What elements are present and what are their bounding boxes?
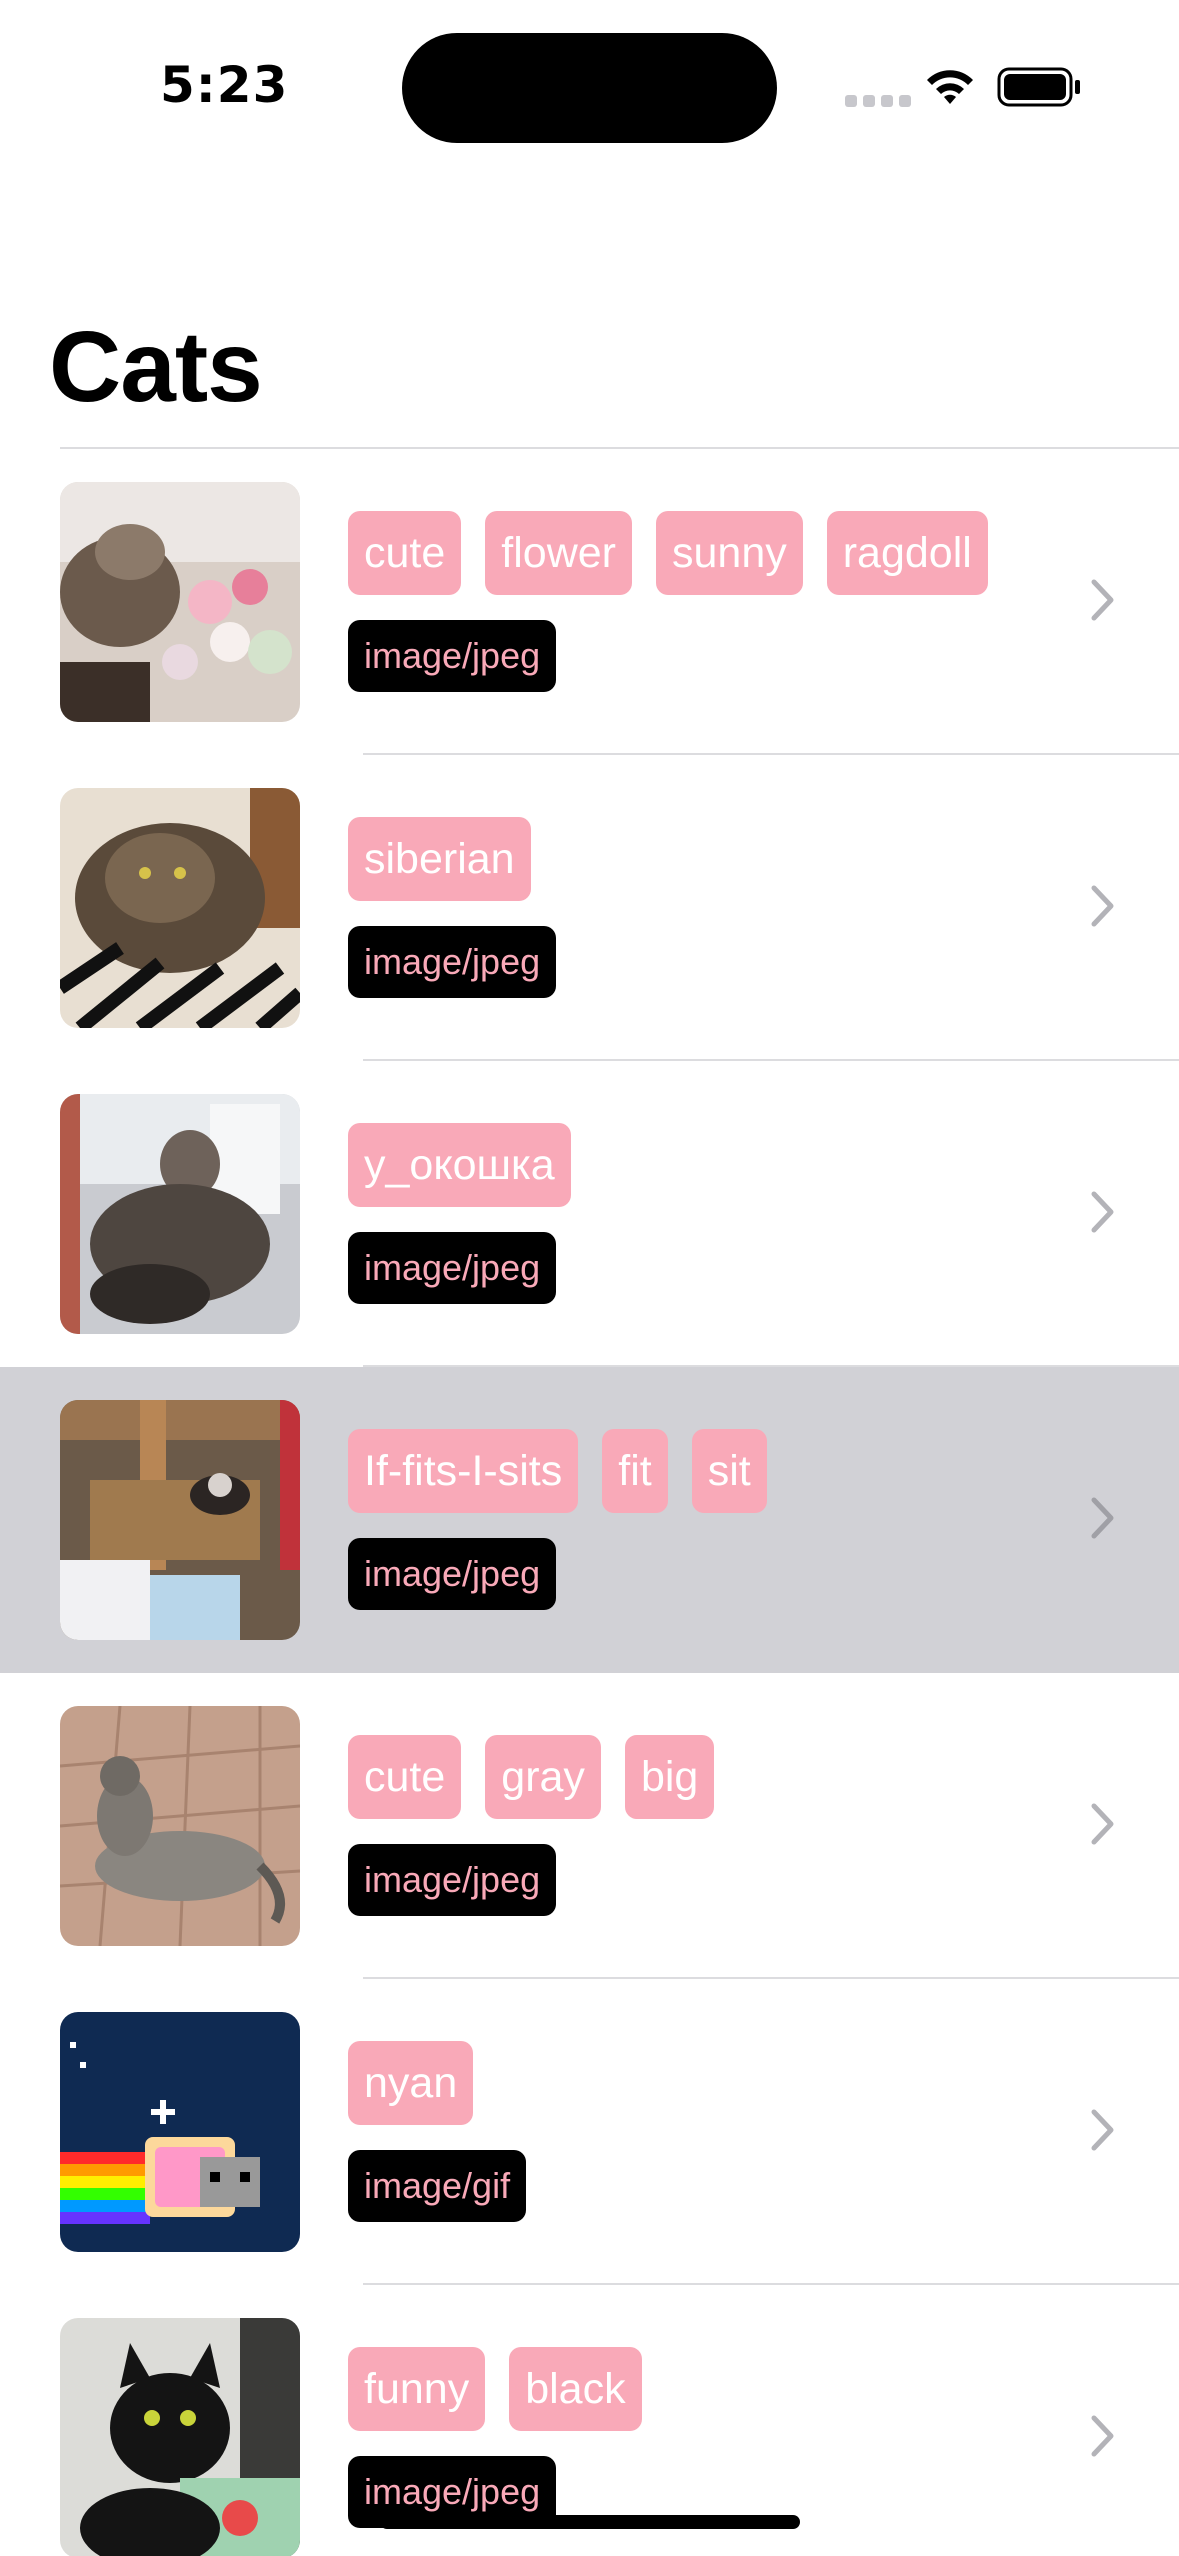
tag-list: siberian — [348, 817, 993, 901]
tag-list: cute flower sunny ragdoll — [348, 511, 993, 595]
tag: у_окошка — [348, 1123, 571, 1207]
home-indicator[interactable] — [380, 2515, 800, 2529]
mime-type-badge: image/jpeg — [348, 1232, 557, 1304]
cat-thumbnail — [60, 2012, 300, 2252]
tag: gray — [485, 1735, 601, 1819]
cat-row[interactable]: cute gray big image/jpeg — [0, 1673, 1179, 1979]
screen: 5:23 Cats cute flower sunny ragdoll imag… — [0, 0, 1179, 2556]
cat-thumbnail — [60, 1706, 300, 1946]
tag: flower — [485, 511, 632, 595]
cat-thumbnail — [60, 788, 300, 1028]
tag-list: If-fits-I-sits fit sit — [348, 1429, 993, 1513]
tag: siberian — [348, 817, 531, 901]
cat-thumbnail — [60, 1094, 300, 1334]
mime-type-badge: image/jpeg — [348, 1844, 557, 1916]
cellular-signal-icon — [845, 95, 911, 107]
tag: If-fits-I-sits — [348, 1429, 579, 1513]
tag-list: nyan — [348, 2041, 993, 2125]
chevron-right-icon — [1090, 578, 1116, 627]
wifi-icon — [922, 66, 978, 113]
page-title: Cats — [49, 311, 263, 423]
tag: ragdoll — [826, 511, 988, 595]
tag: big — [624, 1735, 715, 1819]
cat-thumbnail — [60, 2318, 300, 2556]
tag: sunny — [655, 511, 803, 595]
mime-type-badge: image/jpeg — [348, 1538, 557, 1610]
chevron-right-icon — [1090, 884, 1116, 933]
cat-thumbnail — [60, 482, 300, 722]
cat-row[interactable]: у_окошка image/jpeg — [0, 1061, 1179, 1367]
tag-list: у_окошка — [348, 1123, 993, 1207]
chevron-right-icon — [1090, 2414, 1116, 2463]
tag: cute — [348, 1735, 462, 1819]
cat-row[interactable]: nyan image/gif — [0, 1979, 1179, 2285]
cat-row[interactable]: cute flower sunny ragdoll image/jpeg — [0, 449, 1179, 755]
status-time: 5:23 — [160, 56, 289, 114]
tag-list: cute gray big — [348, 1735, 993, 1819]
cat-list[interactable]: cute flower sunny ragdoll image/jpeg sib… — [0, 449, 1179, 2556]
cat-row-selected[interactable]: If-fits-I-sits fit sit image/jpeg — [0, 1367, 1179, 1673]
mime-type-badge: image/jpeg — [348, 620, 557, 692]
tag: sit — [691, 1429, 767, 1513]
cat-row[interactable]: siberian image/jpeg — [0, 755, 1179, 1061]
tag: funny — [348, 2347, 486, 2431]
tag: cute — [348, 511, 462, 595]
battery-icon — [997, 66, 1083, 113]
chevron-right-icon — [1090, 1802, 1116, 1851]
chevron-right-icon — [1090, 1496, 1116, 1545]
mime-type-badge: image/jpeg — [348, 926, 557, 998]
mime-type-badge: image/gif — [348, 2150, 527, 2222]
chevron-right-icon — [1090, 1190, 1116, 1239]
tag-list: funny black — [348, 2347, 993, 2431]
chevron-right-icon — [1090, 2108, 1116, 2157]
tag: black — [509, 2347, 642, 2431]
cat-thumbnail — [60, 1400, 300, 1640]
tag: fit — [602, 1429, 668, 1513]
tag: nyan — [348, 2041, 474, 2125]
dynamic-island — [402, 33, 777, 143]
